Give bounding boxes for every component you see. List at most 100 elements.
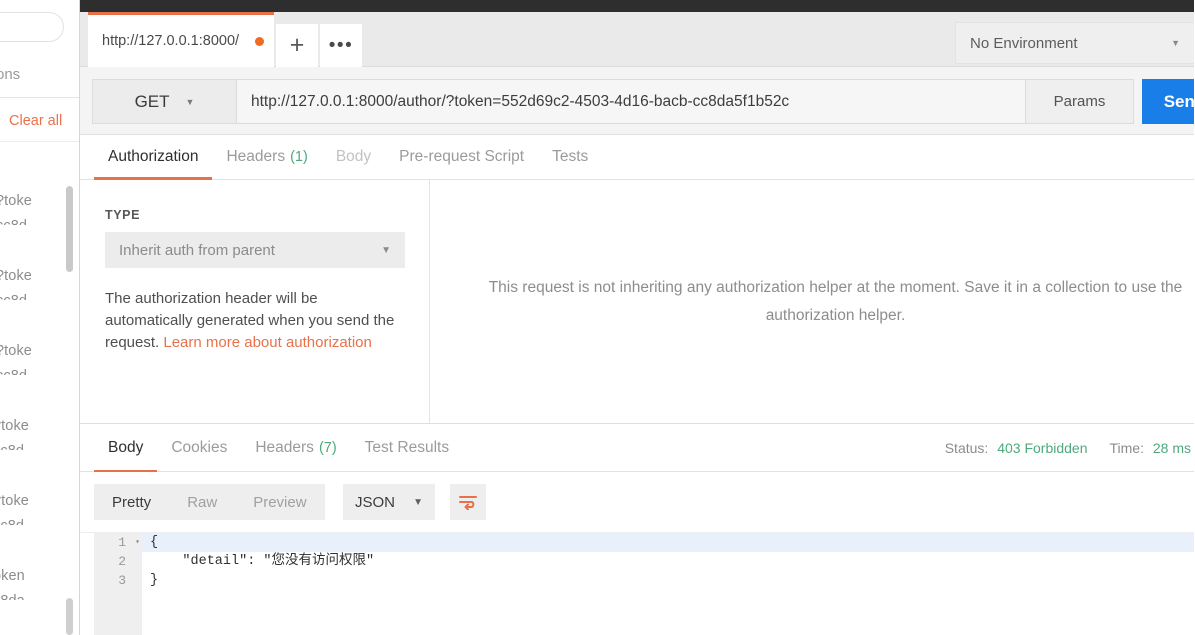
history-item-line1: ?toke xyxy=(0,268,32,284)
list-item[interactable]: ?toke cc8d xyxy=(0,375,79,450)
sidebar-scrollbar-thumb[interactable] xyxy=(66,186,73,272)
tab-authorization-label: Authorization xyxy=(108,148,199,165)
line-number: 3 xyxy=(94,571,142,590)
url-input[interactable]: http://127.0.0.1:8000/author/?token=552d… xyxy=(237,79,1026,124)
response-format-toolbar: Pretty Raw Preview JSON ▼ xyxy=(80,472,1195,532)
history-item-line2: cc8d xyxy=(0,218,27,225)
request-tab-bar: http://127.0.0.1:8000/ + ••• No Environm… xyxy=(80,12,1195,67)
code-line: } xyxy=(150,573,159,588)
response-tab-headers-label: Headers xyxy=(255,439,314,456)
postman-window: ons Clear all ?toke cc8d ?toke cc8d ?tok… xyxy=(0,0,1195,635)
history-item-line2: c8da xyxy=(0,593,25,600)
code-content: { "detail": "您没有访问权限" } xyxy=(142,533,1195,635)
titlebar-strip xyxy=(80,0,1195,12)
new-tab-button[interactable]: + xyxy=(276,24,318,67)
tab-headers-count: (1) xyxy=(290,149,308,165)
word-wrap-button[interactable] xyxy=(450,484,486,520)
format-pretty-button[interactable]: Pretty xyxy=(94,484,169,520)
list-item[interactable]: oken c8da xyxy=(0,525,79,600)
request-tab-active[interactable]: http://127.0.0.1:8000/ xyxy=(88,12,274,67)
url-bar: GET ▼ http://127.0.0.1:8000/author/?toke… xyxy=(80,67,1195,135)
response-tab-cookies-label: Cookies xyxy=(171,439,228,456)
response-tab-headers[interactable]: Headers (7) xyxy=(241,424,350,472)
auth-type-select[interactable]: Inherit auth from parent ▼ xyxy=(105,232,405,268)
history-item-line1: ?toke xyxy=(0,493,29,509)
send-button[interactable]: Send ▼ xyxy=(1142,79,1195,124)
tab-pre-request-script[interactable]: Pre-request Script xyxy=(385,135,538,179)
sidebar: ons Clear all ?toke cc8d ?toke cc8d ?tok… xyxy=(0,0,80,635)
request-section-tabs: Authorization Headers (1) Body Pre-reque… xyxy=(80,135,1195,180)
response-meta: Status: 403 Forbidden Time: 28 ms xyxy=(945,424,1195,472)
tab-options-button[interactable]: ••• xyxy=(320,24,362,67)
request-tab-label: http://127.0.0.1:8000/ xyxy=(102,33,240,49)
chevron-down-icon: ▼ xyxy=(381,244,391,256)
chevron-down-icon: ▼ xyxy=(185,96,195,107)
code-line: { xyxy=(142,533,1195,552)
sidebar-search-input[interactable] xyxy=(0,12,64,42)
params-button[interactable]: Params xyxy=(1026,79,1134,124)
response-body-viewer[interactable]: 1 ▾ 2 3 { "detail": "您没有访问权限" } xyxy=(80,532,1195,635)
auth-learn-more-link[interactable]: Learn more about authorization xyxy=(163,334,371,351)
format-preview-label: Preview xyxy=(253,493,307,511)
history-item-line2: cc8d xyxy=(0,368,27,375)
line-number-gutter: 1 ▾ 2 3 xyxy=(94,533,142,635)
authorization-info-panel: This request is not inheriting any autho… xyxy=(431,180,1195,423)
tab-headers-label: Headers xyxy=(226,148,286,165)
time-value: 28 ms xyxy=(1152,440,1191,456)
tab-pre-request-script-label: Pre-request Script xyxy=(399,148,525,165)
sidebar-tabs[interactable]: ons xyxy=(0,58,79,98)
auth-inherit-message: This request is not inheriting any autho… xyxy=(488,278,1183,324)
code-line: "detail": "您没有访问权限" xyxy=(150,554,375,569)
format-pretty-label: Pretty xyxy=(112,493,152,511)
status-value: 403 Forbidden xyxy=(997,440,1088,456)
response-language-label: JSON xyxy=(355,493,396,511)
auth-type-label: TYPE xyxy=(105,208,141,222)
response-tab-body[interactable]: Body xyxy=(94,424,158,473)
response-tab-headers-count: (7) xyxy=(318,440,337,456)
response-format-group: Pretty Raw Preview xyxy=(94,484,325,520)
auth-help-text: The authorization header will be automat… xyxy=(105,288,405,354)
http-method-selector[interactable]: GET ▼ xyxy=(92,79,237,124)
tab-tests-label: Tests xyxy=(552,148,589,165)
fold-arrow-icon[interactable]: ▾ xyxy=(135,533,140,552)
response-tab-body-label: Body xyxy=(108,439,144,456)
history-item-line2: cc8d xyxy=(0,518,24,525)
format-preview-button[interactable]: Preview xyxy=(235,484,324,520)
word-wrap-icon xyxy=(459,496,477,510)
line-number-value: 3 xyxy=(118,573,126,588)
history-item-line2: cc8d xyxy=(0,293,27,300)
environment-selector[interactable]: No Environment ▼ xyxy=(955,22,1195,64)
list-item[interactable]: ?toke cc8d xyxy=(0,300,79,375)
line-number: 2 xyxy=(94,552,142,571)
history-item-line1: ?toke xyxy=(0,343,32,359)
line-number-value: 2 xyxy=(118,554,126,569)
clear-all-button[interactable]: Clear all xyxy=(9,113,62,129)
format-raw-button[interactable]: Raw xyxy=(169,484,235,520)
status-badge: Status: 403 Forbidden xyxy=(945,440,1088,456)
response-tab-cookies[interactable]: Cookies xyxy=(157,424,241,472)
tab-headers[interactable]: Headers (1) xyxy=(212,135,321,179)
response-section-tabs: Body Cookies Headers (7) Test Results St… xyxy=(80,424,1195,473)
sidebar-tab-collections-label: ons xyxy=(0,66,21,83)
tab-body[interactable]: Body xyxy=(322,135,385,179)
line-number: 1 ▾ xyxy=(94,533,142,552)
list-item[interactable]: ?toke cc8d xyxy=(0,450,79,525)
tab-body-label: Body xyxy=(335,148,372,165)
response-tabs-group: Body Cookies Headers (7) Test Results xyxy=(94,424,463,473)
history-item-line1: ?toke xyxy=(0,418,29,434)
history-item-line1: ?toke xyxy=(0,193,32,209)
status-label: Status: xyxy=(944,440,989,456)
tab-authorization[interactable]: Authorization xyxy=(94,135,213,180)
line-number-value: 1 xyxy=(118,535,126,550)
authorization-config-panel: TYPE Inherit auth from parent ▼ The auth… xyxy=(80,180,430,423)
environment-label: No Environment xyxy=(970,34,1078,52)
response-tab-test-results[interactable]: Test Results xyxy=(351,424,463,472)
tab-tests[interactable]: Tests xyxy=(538,135,602,179)
send-button-label: Send xyxy=(1163,91,1195,111)
sidebar-scrollbar-thumb-lower[interactable] xyxy=(66,598,73,635)
http-method-label: GET xyxy=(134,91,170,111)
time-badge: Time: 28 ms xyxy=(1110,440,1192,456)
history-item-line1: oken xyxy=(0,568,25,584)
plus-icon: + xyxy=(289,31,305,59)
response-language-select[interactable]: JSON ▼ xyxy=(343,484,435,520)
